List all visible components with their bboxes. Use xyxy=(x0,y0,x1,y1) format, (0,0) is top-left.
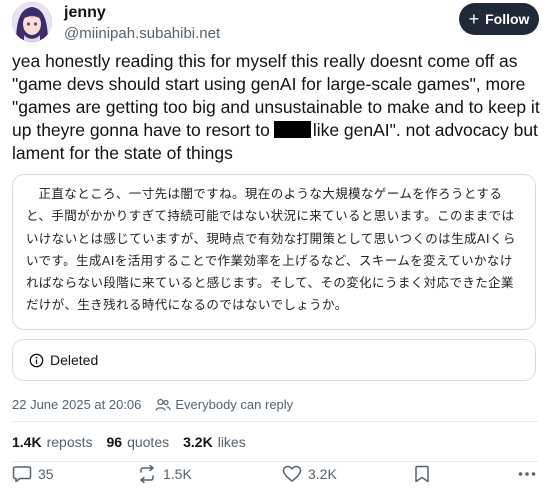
bookmark-icon xyxy=(414,465,430,483)
quotes-stat[interactable]: 96 quotes xyxy=(107,434,170,450)
more-options-button[interactable] xyxy=(518,471,536,477)
repost-icon xyxy=(137,465,157,483)
reply-button[interactable]: 35 xyxy=(12,465,54,483)
like-button[interactable]: 3.2K xyxy=(282,465,337,483)
likes-label: likes xyxy=(217,434,246,450)
bookmark-button[interactable] xyxy=(414,465,430,483)
author-display-name[interactable]: jenny xyxy=(64,4,106,22)
reposts-label: reposts xyxy=(46,434,93,450)
reply-setting-label: Everybody can reply xyxy=(175,397,294,412)
quote-embed[interactable]: 正直なところ、一寸先は闇ですね。現在のような大規模なゲームを作ろうとすると、手間… xyxy=(12,174,536,330)
quotes-count: 96 xyxy=(106,434,123,450)
divider xyxy=(12,421,538,422)
deleted-embed: Deleted xyxy=(12,339,536,381)
likes-stat[interactable]: 3.2K likes xyxy=(183,434,246,450)
like-count: 3.2K xyxy=(308,466,337,482)
post-stats: 1.4K reposts 96 quotes 3.2K likes xyxy=(12,434,246,450)
reposts-stat[interactable]: 1.4K reposts xyxy=(12,434,93,450)
quotes-label: quotes xyxy=(127,434,170,450)
info-icon xyxy=(29,353,44,368)
reposts-count: 1.4K xyxy=(12,434,42,450)
reply-setting: Everybody can reply xyxy=(155,397,293,412)
plus-icon: + xyxy=(468,9,480,29)
deleted-label: Deleted xyxy=(50,352,99,368)
redaction-box xyxy=(273,121,311,138)
avatar[interactable] xyxy=(12,2,52,42)
heart-icon xyxy=(282,465,302,483)
repost-count: 1.5K xyxy=(163,466,192,482)
likes-count: 3.2K xyxy=(183,434,213,450)
author-handle[interactable]: @miinipah.subahibi.net xyxy=(64,25,220,42)
divider xyxy=(12,461,538,462)
reply-count: 35 xyxy=(38,466,54,482)
people-icon xyxy=(155,398,171,412)
post-meta: 22 June 2025 at 20:06 Everybody can repl… xyxy=(12,397,293,412)
more-horizontal-icon xyxy=(518,471,536,477)
repost-button[interactable]: 1.5K xyxy=(137,465,192,483)
follow-button-label: Follow xyxy=(485,11,530,27)
reply-icon xyxy=(12,465,32,483)
follow-button[interactable]: + Follow xyxy=(459,3,539,35)
quote-text: 正直なところ、一寸先は闇ですね。現在のような大規模なゲームを作ろうとすると、手間… xyxy=(26,186,516,313)
post-text: yea honestly reading this for myself thi… xyxy=(12,50,540,165)
timestamp[interactable]: 22 June 2025 at 20:06 xyxy=(12,397,141,412)
